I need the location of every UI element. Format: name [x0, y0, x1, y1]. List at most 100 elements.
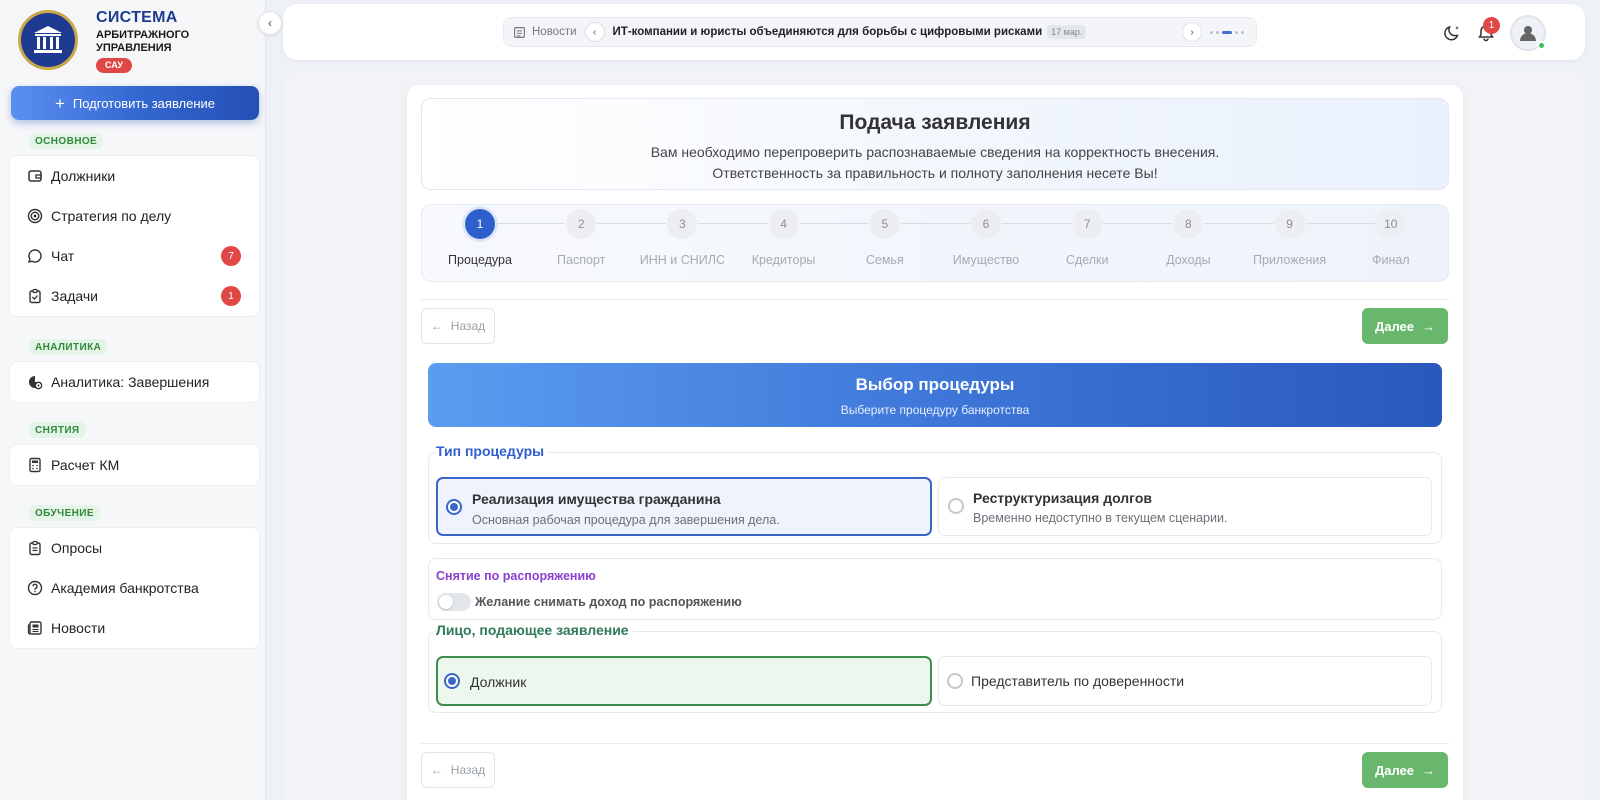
radio-realization[interactable]	[446, 499, 462, 515]
arrow-left-icon: ←	[430, 319, 443, 333]
applicant-option-debtor[interactable]: Должник	[436, 656, 932, 706]
sidebar-item-strategy[interactable]: Стратегия по делу	[10, 196, 259, 236]
arrow-right-icon: →	[1422, 318, 1436, 334]
sidebar-item-academy[interactable]: Академия банкротства	[10, 568, 259, 608]
sidebar-item-label: Опросы	[51, 540, 103, 556]
progress-stepper: 1 Процедура 2 Паспорт 3 ИНН и СНИЛС 4 Кредиторы…	[421, 204, 1449, 282]
radio-debtor[interactable]	[444, 673, 460, 689]
next-label: Далее	[1374, 762, 1415, 778]
courthouse-icon	[34, 26, 62, 53]
next-button-bottom[interactable]: Далее →	[1362, 752, 1448, 788]
sidebar-item-debtors[interactable]: Должники	[10, 156, 259, 196]
sidebar-item-news[interactable]: Новости	[10, 608, 259, 648]
prepare-application-button[interactable]: + Подготовить заявление	[11, 86, 259, 120]
form-header: Подача заявления Вам необходимо перепров…	[421, 98, 1449, 190]
user-icon	[1520, 26, 1536, 41]
step-number: 10	[1375, 209, 1406, 239]
avatar[interactable]	[1510, 15, 1546, 51]
nav-group-main: Должники Стратегия по делу Чат 7 Задачи …	[9, 155, 260, 317]
brand-badge: САУ	[96, 58, 133, 73]
sidebar-item-label: Академия банкротства	[51, 580, 199, 596]
target-icon	[27, 208, 43, 224]
brand: СИСТЕМА АРБИТРАЖНОГО УПРАВЛЕНИЯ САУ	[96, 10, 189, 73]
clipboard-check-icon	[27, 288, 43, 304]
brand-line2: АРБИТРАЖНОГО	[96, 29, 190, 41]
next-label: Далее	[1374, 318, 1415, 334]
sidebar-item-label: Аналитика: Завершения	[51, 374, 210, 390]
banner-title: Выбор процедуры	[855, 375, 1015, 394]
brand-line3: УПРАВЛЕНИЯ	[96, 42, 172, 54]
plus-icon: +	[54, 93, 65, 113]
sidebar-item-km-calc[interactable]: Расчет КМ	[10, 445, 259, 485]
sidebar-item-label: Стратегия по делу	[51, 208, 172, 224]
calculator-icon	[27, 457, 43, 473]
sidebar-item-analytics-completions[interactable]: Аналитика: Завершения	[10, 362, 259, 402]
nav-group-analytics: Аналитика: Завершения	[9, 361, 260, 403]
section-tag-withdrawals: СНЯТИЯ	[29, 422, 86, 438]
applicant-legend: Лицо, подающее заявление	[436, 622, 633, 638]
sidebar-item-chat[interactable]: Чат 7	[10, 236, 259, 276]
sidebar-item-label: Расчет КМ	[51, 457, 120, 473]
ticker-date: 17 мар.	[1047, 25, 1087, 39]
newspaper-icon	[512, 25, 526, 39]
ticker-prev-button[interactable]: ‹	[584, 22, 605, 42]
ticker-pagination[interactable]	[1210, 31, 1244, 34]
chat-icon	[27, 248, 43, 264]
arrow-right-icon: →	[1422, 762, 1436, 778]
sidebar-item-tasks[interactable]: Задачи 1	[10, 276, 259, 316]
option-title: Представитель по доверенности	[971, 673, 1185, 689]
clipboard-icon	[27, 540, 43, 556]
newspaper-icon	[27, 620, 43, 636]
page-title: Подача заявления	[839, 111, 1031, 134]
option-desc: Временно недоступно в текущем сценарии.	[973, 511, 1228, 525]
sidebar-item-label: Новости	[51, 620, 106, 636]
applicant-option-representative[interactable]: Представитель по доверенности	[938, 656, 1432, 706]
procedure-type-legend: Тип процедуры	[436, 443, 549, 459]
sidebar-item-label: Задачи	[51, 288, 99, 304]
brand-line1: СИСТЕМА	[96, 9, 178, 26]
step-number: 6	[971, 209, 1001, 239]
procedure-option-realization[interactable]: Реализация имущества гражданина Основная…	[436, 477, 932, 536]
radio-restructuring[interactable]	[948, 498, 964, 514]
back-label: Назад	[450, 319, 486, 333]
procedure-option-restructuring[interactable]: Реструктуризация долгов Временно недосту…	[938, 477, 1432, 536]
ticker-next-button[interactable]: ›	[1182, 22, 1202, 42]
nav-group-learning: Опросы Академия банкротства Новости	[9, 527, 260, 649]
sidebar-item-label: Должники	[51, 168, 116, 184]
section-tag-main: ОСНОВНОЕ	[29, 133, 104, 149]
chevron-left-icon: ‹	[268, 16, 272, 30]
sidebar-collapse-button[interactable]: ‹	[258, 11, 282, 35]
step-number: 4	[768, 209, 799, 239]
withdrawal-toggle-label: Желание снимать доход по распоряжению	[475, 595, 742, 609]
sidebar-item-surveys[interactable]: Опросы	[10, 528, 259, 568]
form-subtitle-line2: Ответственность за правильность и полнот…	[712, 165, 1158, 181]
banner-subtitle: Выберите процедуру банкротства	[840, 403, 1030, 417]
step-label: Финал	[1371, 253, 1410, 267]
back-button-bottom[interactable]: ← Назад	[421, 752, 495, 788]
next-button[interactable]: Далее →	[1362, 308, 1448, 344]
topbar: Новости ‹ ИТ-компании и юристы объединяю…	[283, 4, 1585, 60]
nav-group-withdrawals: Расчет КМ	[9, 444, 260, 486]
option-title: Реализация имущества гражданина	[472, 491, 721, 507]
online-status-dot	[1537, 41, 1546, 50]
news-ticker: Новости ‹ ИТ-компании и юристы объединяю…	[503, 17, 1257, 47]
logo[interactable]	[18, 10, 78, 70]
back-button[interactable]: ← Назад	[421, 308, 495, 344]
divider	[421, 743, 1449, 744]
sidebar: СИСТЕМА АРБИТРАЖНОГО УПРАВЛЕНИЯ САУ + По…	[0, 0, 266, 800]
moon-icon[interactable]	[1441, 22, 1463, 44]
step-number: 2	[566, 209, 597, 239]
ticker-label: Новости	[532, 26, 577, 38]
section-tag-analytics: АНАЛИТИКА	[29, 339, 108, 355]
withdrawal-group	[428, 558, 1442, 620]
back-label: Назад	[450, 763, 486, 777]
notifications-badge: 1	[1483, 17, 1500, 34]
withdrawal-toggle[interactable]	[437, 593, 471, 611]
radio-representative[interactable]	[947, 673, 963, 689]
section-tag-learning: ОБУЧЕНИЕ	[29, 505, 100, 521]
chat-count-badge: 7	[221, 246, 241, 266]
ticker-headline[interactable]: ИТ-компании и юристы объединяются для бо…	[613, 26, 1043, 38]
step-10[interactable]: 10 Финал	[1331, 209, 1451, 267]
step-number: 8	[1173, 209, 1204, 239]
option-title: Реструктуризация долгов	[973, 490, 1152, 506]
